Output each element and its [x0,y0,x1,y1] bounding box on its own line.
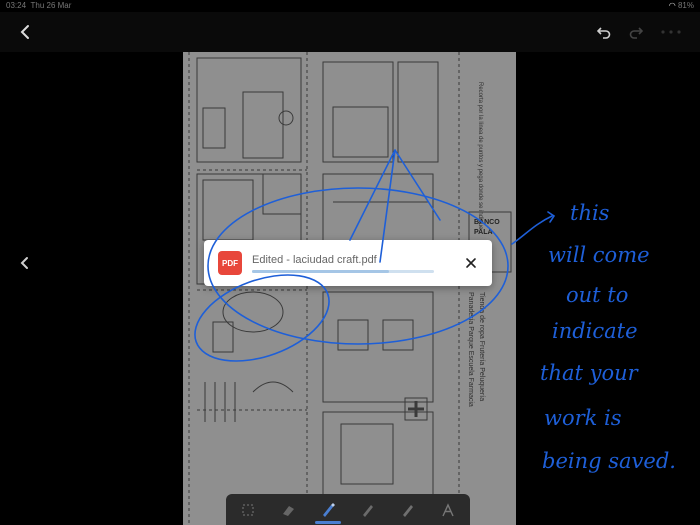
saving-toast: PDF Edited - laciudad craft.pdf [204,240,492,286]
lasso-select-icon [242,504,254,516]
page-label-fragment: PALA [474,229,493,236]
chevron-left-icon [20,25,29,39]
undo-icon [597,27,611,39]
side-back-button[interactable] [14,252,34,274]
toast-close-button[interactable] [460,252,482,274]
back-button[interactable] [14,20,36,44]
status-right: ◠ 81% [669,1,694,10]
pencil-tool-button[interactable] [358,500,378,520]
pen-tool-button[interactable] [318,500,338,520]
wifi-icon: ◠ [668,1,676,10]
page-illustration: Recorta por la línea de puntos y pega do… [188,52,512,525]
pen-icon [323,503,335,517]
drawing-toolbar [226,494,470,525]
status-time: 03:24 Thu 26 Mar [6,1,72,10]
pdf-page: Recorta por la línea de puntos y pega do… [183,52,516,525]
eraser-tool-button[interactable] [278,500,298,520]
redo-icon [629,27,643,39]
status-bar: 03:24 Thu 26 Mar ◠ 81% [0,0,700,12]
chevron-left-icon [20,257,28,269]
text-icon [442,503,454,517]
more-button[interactable] [656,22,686,42]
pencil-icon [363,505,373,517]
page-vertical-instruction: Recorta por la línea de puntos y pega do… [477,82,483,230]
undo-button[interactable] [594,22,614,42]
save-progress-bar [252,270,434,273]
eraser-icon [283,506,294,516]
active-tool-indicator [315,521,341,524]
battery-level: 81% [677,1,694,10]
close-icon [466,258,476,268]
toast-file-name: Edited - laciudad craft.pdf [252,254,377,266]
redo-button[interactable] [626,22,646,42]
page-places-1: Panadería Parque Escuela Farmacia [467,292,474,407]
page-places-2: Tienda de ropa Frutería Peluquería [478,292,485,401]
pdf-file-icon: PDF [218,251,242,275]
page-label-fragment: BANCO [474,219,500,226]
lasso-tool-button[interactable] [238,500,258,520]
marker-tool-button[interactable] [398,500,418,520]
more-icon [661,30,681,34]
text-tool-button[interactable] [438,500,458,520]
save-progress-fill [252,270,389,273]
marker-icon [403,505,413,517]
top-toolbar [0,12,700,52]
